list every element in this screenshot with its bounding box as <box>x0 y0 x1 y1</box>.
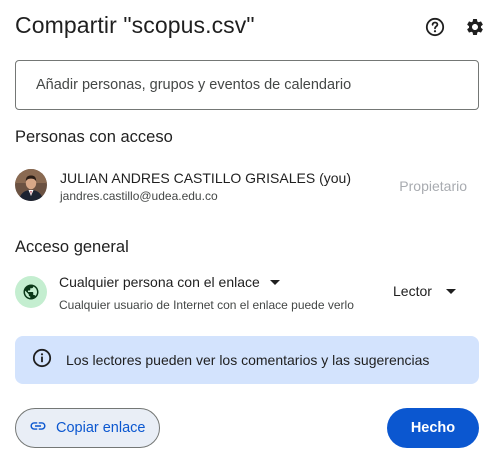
people-with-access-heading: Personas con acceso <box>15 128 173 146</box>
general-access-description: Cualquier usuario de Internet con el enl… <box>59 298 354 312</box>
chevron-down-icon <box>445 288 456 294</box>
copy-link-button[interactable]: Copiar enlace <box>15 408 160 448</box>
done-button[interactable]: Hecho <box>387 408 479 448</box>
general-access-dropdown[interactable]: Cualquier persona con el enlace <box>59 274 280 290</box>
user-email: jandres.castillo@udea.edu.co <box>60 189 218 203</box>
info-banner-text: Los lectores pueden ver los comentarios … <box>66 352 430 368</box>
general-access-label: Cualquier persona con el enlace <box>59 274 260 290</box>
role-label: Lector <box>393 283 432 299</box>
add-people-input[interactable] <box>15 60 479 110</box>
chevron-down-icon <box>269 279 280 285</box>
help-icon[interactable] <box>424 16 446 38</box>
user-name: JULIAN ANDRES CASTILLO GRISALES (you) <box>60 170 351 186</box>
globe-icon <box>15 276 47 308</box>
info-icon <box>32 348 52 373</box>
link-icon <box>29 417 47 440</box>
general-access-heading: Acceso general <box>15 238 129 256</box>
role-dropdown[interactable]: Lector <box>393 283 456 299</box>
gear-icon[interactable] <box>464 16 486 38</box>
info-banner: Los lectores pueden ver los comentarios … <box>15 336 479 384</box>
owner-role-label: Propietario <box>399 178 467 194</box>
dialog-title: Compartir "scopus.csv" <box>15 12 255 38</box>
copy-link-label: Copiar enlace <box>56 420 146 436</box>
avatar <box>15 169 47 201</box>
